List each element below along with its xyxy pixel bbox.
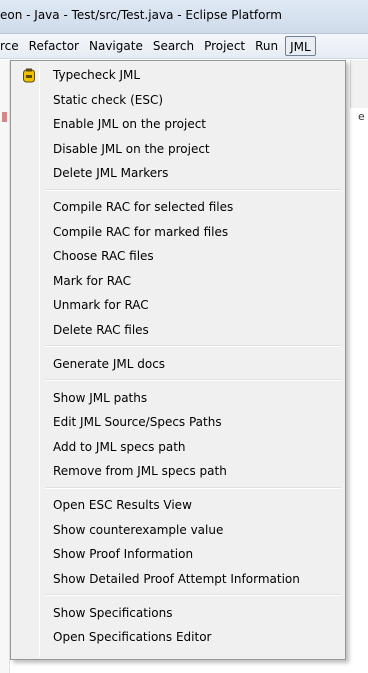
menu-item-disable-jml-on-the-project[interactable]: Disable JML on the project xyxy=(13,137,343,161)
menu-item-icon-slot xyxy=(13,112,45,136)
menu-item-open-specifications-editor[interactable]: Open Specifications Editor xyxy=(13,625,343,649)
menu-item-icon-slot xyxy=(13,195,45,219)
menu-item-delete-rac-files[interactable]: Delete RAC files xyxy=(13,318,343,342)
menu-item-label: Show counterexample value xyxy=(53,522,224,537)
menu-item-icon-slot xyxy=(13,318,45,342)
menu-item-label: Edit JML Source/Specs Paths xyxy=(53,415,222,429)
menu-item-label: Remove from JML specs path xyxy=(53,464,227,478)
menu-jml[interactable]: JML xyxy=(285,36,316,56)
menu-item-icon-slot xyxy=(13,293,45,317)
menubar: rce Refactor Navigate Search Project Run… xyxy=(0,34,368,59)
menu-item-label: Unmark for RAC xyxy=(53,298,149,312)
menu-item-label: Compile RAC for selected files xyxy=(53,200,234,214)
menu-item-icon-slot xyxy=(13,352,45,376)
menu-item-show-counterexample-value[interactable]: Show counterexample value xyxy=(13,518,343,542)
menu-run[interactable]: Run xyxy=(250,36,283,56)
editor-marker xyxy=(2,112,7,122)
window-titlebar: eon - Java - Test/src/Test.java - Eclips… xyxy=(0,0,368,34)
menu-item-label: Mark for RAC xyxy=(53,273,131,288)
menu-item-show-detailed-proof-attempt-information[interactable]: Show Detailed Proof Attempt Information xyxy=(13,567,343,591)
menu-item-label: Generate JML docs xyxy=(53,356,166,371)
menu-item-mark-for-rac[interactable]: Mark for RAC xyxy=(13,269,343,293)
menu-item-label: Enable JML on the project xyxy=(53,117,206,131)
menu-item-label: Choose RAC files xyxy=(53,249,154,263)
menu-item-label: Show JML paths xyxy=(53,390,148,405)
jml-dropdown-menu: Typecheck JML Static check (ESC) Enable JM… xyxy=(10,60,346,660)
menu-item-icon-slot xyxy=(13,459,45,483)
menu-separator xyxy=(45,486,341,489)
menu-item-label: Delete RAC files xyxy=(53,322,149,337)
menu-item-add-to-jml-specs-path[interactable]: Add to JML specs path xyxy=(13,435,343,459)
menu-item-label: Add to JML specs path xyxy=(53,439,186,454)
menu-item-label: Static check (ESC) xyxy=(53,92,164,107)
menu-item-enable-jml-on-the-project[interactable]: Enable JML on the project xyxy=(13,112,343,136)
jml-typecheck-icon xyxy=(23,68,35,82)
menu-item-icon-slot xyxy=(13,518,45,542)
editor-background-left xyxy=(0,60,10,673)
menu-item-icon-slot xyxy=(13,63,45,87)
menu-item-icon-slot xyxy=(13,542,45,566)
menu-item-label: Compile RAC for marked files xyxy=(53,224,229,239)
menu-item-compile-rac-for-selected-files[interactable]: Compile RAC for selected files xyxy=(13,195,343,219)
menu-item-icon-slot xyxy=(13,220,45,244)
menu-item-remove-from-jml-specs-path[interactable]: Remove from JML specs path xyxy=(13,459,343,483)
menu-separator xyxy=(45,379,341,381)
menu-separator xyxy=(45,345,341,347)
menu-item-show-proof-information[interactable]: Show Proof Information xyxy=(13,542,343,566)
menu-item-label: Open ESC Results View xyxy=(53,498,192,512)
menu-item-choose-rac-files[interactable]: Choose RAC files xyxy=(13,244,343,268)
menu-item-icon-slot xyxy=(13,493,45,517)
menu-item-icon-slot xyxy=(13,88,45,112)
menu-item-typecheck-jml[interactable]: Typecheck JML xyxy=(13,63,343,87)
menu-item-open-esc-results-view[interactable]: Open ESC Results View xyxy=(13,493,343,517)
menu-item-icon-slot xyxy=(13,601,45,625)
menu-item-generate-jml-docs[interactable]: Generate JML docs xyxy=(13,352,343,376)
menu-item-label: Open Specifications Editor xyxy=(53,630,212,644)
menu-separator xyxy=(45,188,341,191)
menu-item-edit-jml-source-specs-paths[interactable]: Edit JML Source/Specs Paths xyxy=(13,410,343,434)
menu-item-icon-slot xyxy=(13,410,45,434)
menu-item-icon-slot xyxy=(13,161,45,185)
menu-project[interactable]: Project xyxy=(199,36,250,56)
menu-item-icon-slot xyxy=(13,269,45,293)
window-title: eon - Java - Test/src/Test.java - Eclips… xyxy=(0,8,282,22)
menu-search[interactable]: Search xyxy=(148,36,199,56)
menu-item-label: Delete JML Markers xyxy=(53,166,169,180)
menu-item-unmark-for-rac[interactable]: Unmark for RAC xyxy=(13,293,343,317)
menu-item-icon-slot xyxy=(13,244,45,268)
menu-item-show-jml-paths[interactable]: Show JML paths xyxy=(13,386,343,410)
menu-item-delete-jml-markers[interactable]: Delete JML Markers xyxy=(13,161,343,185)
menu-item-static-check-esc[interactable]: Static check (ESC) xyxy=(13,88,343,112)
toolbar-fragment xyxy=(350,60,368,108)
menu-source[interactable]: rce xyxy=(0,36,24,56)
menu-item-icon-slot xyxy=(13,625,45,649)
menu-item-label: Disable JML on the project xyxy=(53,141,210,156)
menu-item-icon-slot xyxy=(13,386,45,410)
menu-navigate[interactable]: Navigate xyxy=(84,36,148,56)
menu-item-label: Typecheck JML xyxy=(53,68,141,82)
menu-item-icon-slot xyxy=(13,567,45,591)
menu-item-label: Show Proof Information xyxy=(53,547,194,561)
editor-background-right: e xyxy=(346,60,368,673)
menu-item-label: Show Specifications xyxy=(53,605,173,620)
menu-item-label: Show Detailed Proof Attempt Information xyxy=(53,571,300,586)
menu-item-icon-slot xyxy=(13,137,45,161)
menu-refactor[interactable]: Refactor xyxy=(24,36,84,56)
menu-item-icon-slot xyxy=(13,435,45,459)
editor-text-fragment: e xyxy=(358,110,365,123)
menu-item-show-specifications[interactable]: Show Specifications xyxy=(13,601,343,625)
menu-separator xyxy=(45,594,341,596)
menu-item-compile-rac-for-marked-files[interactable]: Compile RAC for marked files xyxy=(13,220,343,244)
